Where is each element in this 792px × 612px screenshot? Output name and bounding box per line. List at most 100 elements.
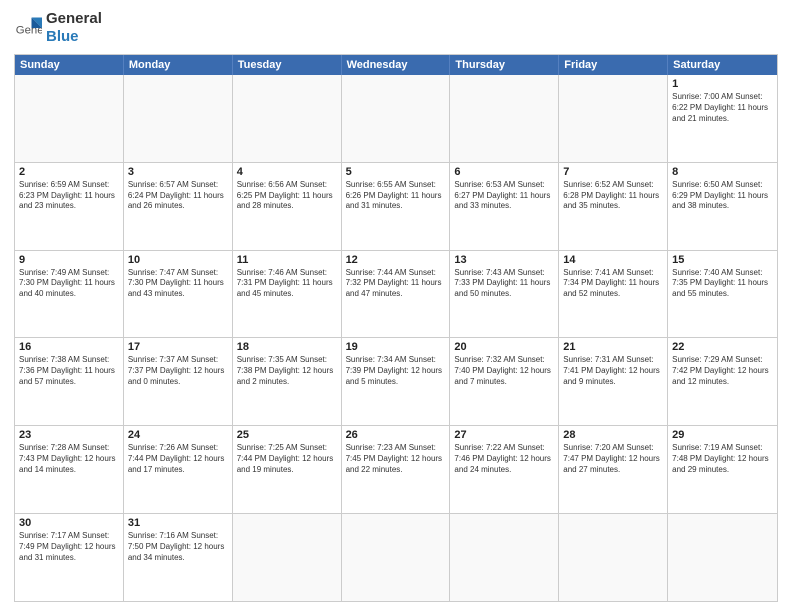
calendar: SundayMondayTuesdayWednesdayThursdayFrid… — [14, 54, 778, 602]
calendar-cell: 16 Sunrise: 7:38 AM Sunset: 7:36 PM Dayli… — [15, 338, 124, 425]
sun-info: Sunrise: 6:55 AM Sunset: 6:26 PM Dayligh… — [346, 180, 446, 212]
sun-info: Sunrise: 6:50 AM Sunset: 6:29 PM Dayligh… — [672, 180, 773, 212]
day-number: 20 — [454, 341, 554, 353]
sun-info: Sunrise: 7:44 AM Sunset: 7:32 PM Dayligh… — [346, 268, 446, 300]
sun-info: Sunrise: 7:34 AM Sunset: 7:39 PM Dayligh… — [346, 355, 446, 387]
calendar-row-3: 16 Sunrise: 7:38 AM Sunset: 7:36 PM Dayli… — [15, 337, 777, 425]
day-number: 19 — [346, 341, 446, 353]
calendar-cell: 22Sunrise: 7:29 AM Sunset: 7:42 PM Dayli… — [668, 338, 777, 425]
calendar-cell: 24 Sunrise: 7:26 AM Sunset: 7:44 PM Dayli… — [124, 426, 233, 513]
weekday-header-monday: Monday — [124, 55, 233, 75]
sun-info: Sunrise: 6:52 AM Sunset: 6:28 PM Dayligh… — [563, 180, 663, 212]
calendar-cell: 15 Sunrise: 7:40 AM Sunset: 7:35 PM Dayli… — [668, 251, 777, 338]
calendar-cell — [668, 514, 777, 601]
logo-text: GeneralBlue — [46, 10, 102, 46]
logo: General GeneralBlue — [14, 10, 102, 46]
calendar-cell — [559, 514, 668, 601]
day-number: 28 — [563, 429, 663, 441]
calendar-cell: 2Sunrise: 6:59 AM Sunset: 6:23 PM Daylig… — [15, 163, 124, 250]
calendar-header: SundayMondayTuesdayWednesdayThursdayFrid… — [15, 55, 777, 75]
day-number: 27 — [454, 429, 554, 441]
day-number: 11 — [237, 254, 337, 266]
calendar-cell: 1Sunrise: 7:00 AM Sunset: 6:22 PM Daylig… — [668, 75, 777, 162]
day-number: 7 — [563, 166, 663, 178]
day-number: 13 — [454, 254, 554, 266]
calendar-cell — [15, 75, 124, 162]
calendar-cell: 17Sunrise: 7:37 AM Sunset: 7:37 PM Dayli… — [124, 338, 233, 425]
page-header: General GeneralBlue — [14, 10, 778, 46]
day-number: 15 — [672, 254, 773, 266]
calendar-cell: 10 Sunrise: 7:47 AM Sunset: 7:30 PM Dayli… — [124, 251, 233, 338]
day-number: 16 — [19, 341, 119, 353]
day-number: 4 — [237, 166, 337, 178]
sun-info: Sunrise: 7:40 AM Sunset: 7:35 PM Dayligh… — [672, 268, 773, 300]
calendar-cell: 19 Sunrise: 7:34 AM Sunset: 7:39 PM Dayli… — [342, 338, 451, 425]
sun-info: Sunrise: 7:25 AM Sunset: 7:44 PM Dayligh… — [237, 443, 337, 475]
sun-info: Sunrise: 7:17 AM Sunset: 7:49 PM Dayligh… — [19, 531, 119, 563]
sun-info: Sunrise: 7:46 AM Sunset: 7:31 PM Dayligh… — [237, 268, 337, 300]
sun-info: Sunrise: 7:28 AM Sunset: 7:43 PM Dayligh… — [19, 443, 119, 475]
day-number: 26 — [346, 429, 446, 441]
sun-info: Sunrise: 7:32 AM Sunset: 7:40 PM Dayligh… — [454, 355, 554, 387]
calendar-cell — [233, 75, 342, 162]
calendar-cell: 5 Sunrise: 6:55 AM Sunset: 6:26 PM Daylig… — [342, 163, 451, 250]
logo-icon: General — [14, 14, 42, 42]
day-number: 23 — [19, 429, 119, 441]
sun-info: Sunrise: 6:53 AM Sunset: 6:27 PM Dayligh… — [454, 180, 554, 212]
day-number: 31 — [128, 517, 228, 529]
day-number: 29 — [672, 429, 773, 441]
sun-info: Sunrise: 7:26 AM Sunset: 7:44 PM Dayligh… — [128, 443, 228, 475]
calendar-cell — [450, 514, 559, 601]
sun-info: Sunrise: 6:56 AM Sunset: 6:25 PM Dayligh… — [237, 180, 337, 212]
weekday-header-wednesday: Wednesday — [342, 55, 451, 75]
day-number: 24 — [128, 429, 228, 441]
sun-info: Sunrise: 7:47 AM Sunset: 7:30 PM Dayligh… — [128, 268, 228, 300]
sun-info: Sunrise: 7:35 AM Sunset: 7:38 PM Dayligh… — [237, 355, 337, 387]
sun-info: Sunrise: 7:43 AM Sunset: 7:33 PM Dayligh… — [454, 268, 554, 300]
day-number: 9 — [19, 254, 119, 266]
sun-info: Sunrise: 7:31 AM Sunset: 7:41 PM Dayligh… — [563, 355, 663, 387]
calendar-body: 1Sunrise: 7:00 AM Sunset: 6:22 PM Daylig… — [15, 75, 777, 601]
calendar-cell: 28 Sunrise: 7:20 AM Sunset: 7:47 PM Dayli… — [559, 426, 668, 513]
calendar-cell: 13 Sunrise: 7:43 AM Sunset: 7:33 PM Dayli… — [450, 251, 559, 338]
calendar-cell: 11 Sunrise: 7:46 AM Sunset: 7:31 PM Dayli… — [233, 251, 342, 338]
sun-info: Sunrise: 7:29 AM Sunset: 7:42 PM Dayligh… — [672, 355, 773, 387]
calendar-cell: 25 Sunrise: 7:25 AM Sunset: 7:44 PM Dayli… — [233, 426, 342, 513]
day-number: 12 — [346, 254, 446, 266]
day-number: 2 — [19, 166, 119, 178]
sun-info: Sunrise: 7:00 AM Sunset: 6:22 PM Dayligh… — [672, 92, 773, 124]
calendar-cell: 4 Sunrise: 6:56 AM Sunset: 6:25 PM Daylig… — [233, 163, 342, 250]
calendar-cell — [450, 75, 559, 162]
day-number: 18 — [237, 341, 337, 353]
calendar-cell: 27 Sunrise: 7:22 AM Sunset: 7:46 PM Dayli… — [450, 426, 559, 513]
calendar-cell: 6 Sunrise: 6:53 AM Sunset: 6:27 PM Daylig… — [450, 163, 559, 250]
sun-info: Sunrise: 7:41 AM Sunset: 7:34 PM Dayligh… — [563, 268, 663, 300]
sun-info: Sunrise: 7:49 AM Sunset: 7:30 PM Dayligh… — [19, 268, 119, 300]
sun-info: Sunrise: 7:16 AM Sunset: 7:50 PM Dayligh… — [128, 531, 228, 563]
weekday-header-saturday: Saturday — [668, 55, 777, 75]
weekday-header-tuesday: Tuesday — [233, 55, 342, 75]
calendar-row-1: 2Sunrise: 6:59 AM Sunset: 6:23 PM Daylig… — [15, 162, 777, 250]
sun-info: Sunrise: 7:19 AM Sunset: 7:48 PM Dayligh… — [672, 443, 773, 475]
day-number: 6 — [454, 166, 554, 178]
calendar-cell — [342, 75, 451, 162]
day-number: 30 — [19, 517, 119, 529]
weekday-header-friday: Friday — [559, 55, 668, 75]
calendar-cell: 30 Sunrise: 7:17 AM Sunset: 7:49 PM Dayli… — [15, 514, 124, 601]
day-number: 5 — [346, 166, 446, 178]
calendar-cell — [233, 514, 342, 601]
calendar-row-0: 1Sunrise: 7:00 AM Sunset: 6:22 PM Daylig… — [15, 75, 777, 162]
sun-info: Sunrise: 7:38 AM Sunset: 7:36 PM Dayligh… — [19, 355, 119, 387]
sun-info: Sunrise: 7:37 AM Sunset: 7:37 PM Dayligh… — [128, 355, 228, 387]
calendar-cell: 8Sunrise: 6:50 AM Sunset: 6:29 PM Daylig… — [668, 163, 777, 250]
day-number: 21 — [563, 341, 663, 353]
calendar-cell: 9 Sunrise: 7:49 AM Sunset: 7:30 PM Daylig… — [15, 251, 124, 338]
calendar-cell: 21 Sunrise: 7:31 AM Sunset: 7:41 PM Dayli… — [559, 338, 668, 425]
sun-info: Sunrise: 7:20 AM Sunset: 7:47 PM Dayligh… — [563, 443, 663, 475]
sun-info: Sunrise: 7:22 AM Sunset: 7:46 PM Dayligh… — [454, 443, 554, 475]
calendar-cell: 20 Sunrise: 7:32 AM Sunset: 7:40 PM Dayli… — [450, 338, 559, 425]
day-number: 10 — [128, 254, 228, 266]
day-number: 25 — [237, 429, 337, 441]
calendar-row-2: 9 Sunrise: 7:49 AM Sunset: 7:30 PM Daylig… — [15, 250, 777, 338]
weekday-header-sunday: Sunday — [15, 55, 124, 75]
